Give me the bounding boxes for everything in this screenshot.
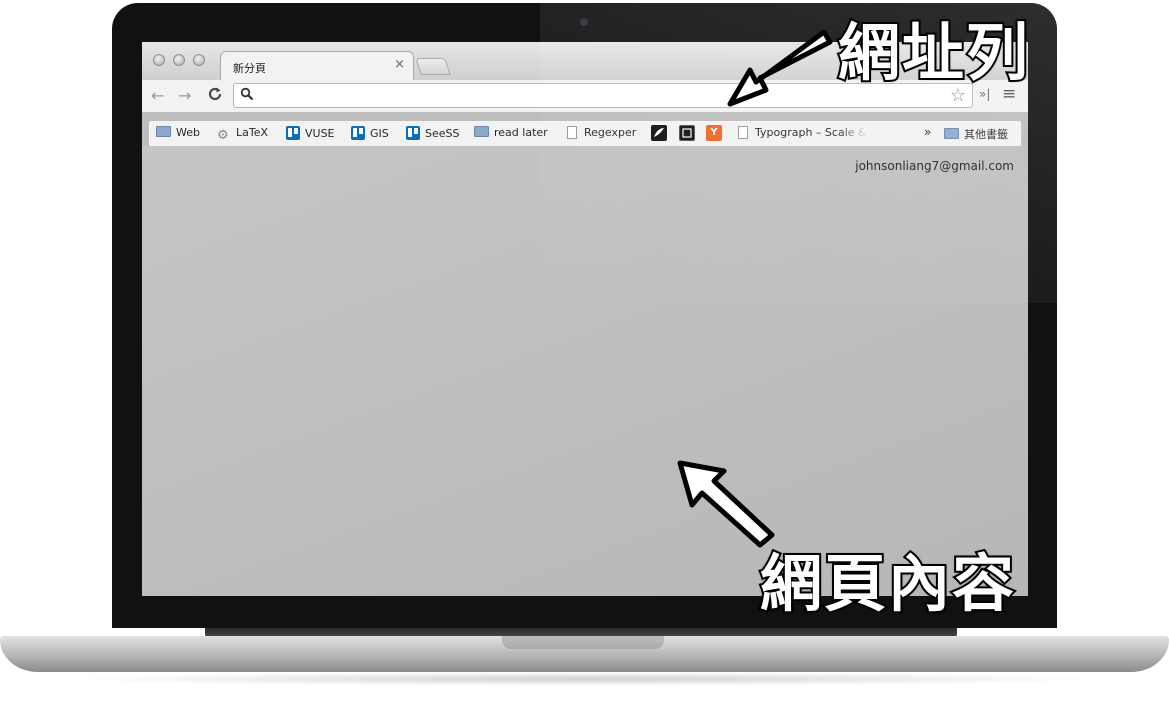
bookmark-typograph[interactable]: Typograph – Scale & bbox=[738, 126, 867, 139]
annotation-url-bar: 網址列 bbox=[836, 14, 1031, 91]
folder-icon bbox=[474, 126, 489, 137]
reload-icon[interactable] bbox=[207, 86, 223, 106]
minimize-window-button[interactable] bbox=[173, 54, 185, 66]
web-content-area[interactable]: johnsonliang7@gmail.com bbox=[142, 146, 1028, 596]
back-icon[interactable]: ← bbox=[151, 86, 164, 105]
folder-icon bbox=[944, 128, 959, 139]
dark-square-icon[interactable] bbox=[679, 125, 695, 141]
tab-new-tab[interactable]: 新分頁 × bbox=[220, 51, 414, 80]
bookmark-gis[interactable]: GIS bbox=[351, 126, 389, 140]
page-icon bbox=[738, 126, 748, 139]
trello-icon bbox=[286, 126, 300, 140]
brush-icon[interactable] bbox=[651, 125, 667, 141]
bookmark-other[interactable]: 其他書籤 bbox=[944, 126, 1008, 142]
ycombinator-icon[interactable]: Y bbox=[706, 125, 722, 141]
tab-close-icon[interactable]: × bbox=[394, 57, 405, 72]
laptop-notch bbox=[502, 636, 664, 649]
user-email-link[interactable]: johnsonliang7@gmail.com bbox=[855, 159, 1014, 173]
bookmark-vuse[interactable]: VUSE bbox=[286, 126, 335, 140]
bookmarks-bar: Web ⚙ LaTeX VUSE GIS SeeSS read later Reg… bbox=[149, 121, 1021, 147]
bookmark-read-later[interactable]: read later bbox=[474, 126, 548, 139]
annotation-web-content: 網頁內容 bbox=[758, 545, 1017, 622]
laptop-shadow bbox=[60, 672, 1110, 686]
search-icon bbox=[240, 87, 254, 105]
close-window-button[interactable] bbox=[153, 54, 165, 66]
arrow-to-address-bar-icon bbox=[727, 30, 833, 107]
trello-icon bbox=[406, 126, 420, 140]
bookmark-regexper[interactable]: Regexper bbox=[567, 126, 636, 139]
zoom-window-button[interactable] bbox=[193, 54, 205, 66]
camera bbox=[580, 18, 588, 26]
bookmark-latex[interactable]: ⚙ LaTeX bbox=[217, 126, 268, 143]
tab-title: 新分頁 bbox=[233, 62, 266, 75]
folder-icon bbox=[156, 126, 171, 137]
forward-icon[interactable]: → bbox=[178, 86, 191, 105]
new-tab-button[interactable] bbox=[415, 58, 451, 75]
bookmarks-overflow-button[interactable]: » bbox=[924, 125, 931, 139]
browser-window: 新分頁 × ← → ☆ »| ≡ Web ⚙ LaTeX VUSE GIS See… bbox=[142, 42, 1028, 596]
trello-icon bbox=[351, 126, 365, 140]
gear-icon: ⚙ bbox=[217, 128, 229, 143]
bookmark-web[interactable]: Web bbox=[156, 126, 200, 139]
page-icon bbox=[567, 126, 577, 139]
bookmark-seess[interactable]: SeeSS bbox=[406, 126, 459, 140]
